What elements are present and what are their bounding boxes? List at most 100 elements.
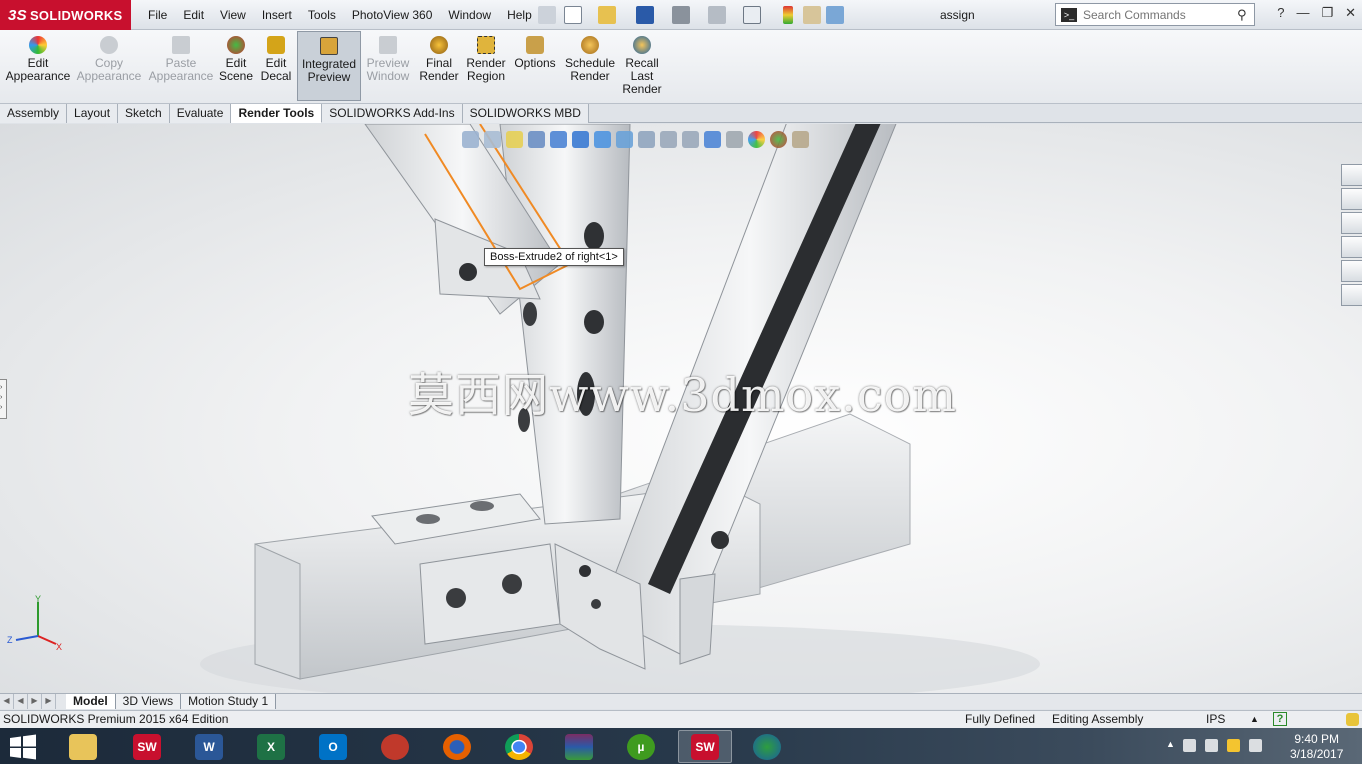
custom-properties-icon[interactable] — [1341, 284, 1362, 306]
system-clock[interactable]: 9:40 PM 3/18/2017 — [1290, 732, 1343, 762]
taskbar-ccleaner[interactable] — [368, 730, 422, 763]
tab-solidworks-mbd[interactable]: SOLIDWORKS MBD — [462, 104, 589, 123]
menu-help[interactable]: Help — [499, 8, 540, 22]
notification-icon[interactable] — [1346, 713, 1359, 726]
windows-start-icon[interactable] — [8, 734, 38, 760]
diagonal-bracket-side[interactable] — [679, 573, 716, 665]
tab-solidworks-addins[interactable]: SOLIDWORKS Add-Ins — [322, 104, 463, 123]
scene-hud-icon[interactable] — [770, 131, 787, 148]
menu-window[interactable]: Window — [440, 8, 499, 22]
edit-scene-button[interactable]: Edit Scene — [218, 36, 254, 100]
section-view-icon[interactable] — [528, 131, 545, 148]
render-region-button[interactable]: Render Region — [464, 36, 508, 100]
appearances-scenes-icon[interactable] — [1341, 260, 1362, 282]
zoom-area-icon[interactable] — [484, 131, 501, 148]
menu-tools[interactable]: Tools — [300, 8, 344, 22]
tab-model[interactable]: Model — [66, 694, 116, 709]
last-tab-arrow-icon[interactable]: ▶ — [42, 694, 56, 709]
view-settings-icon[interactable] — [704, 131, 721, 148]
zoom-to-fit-icon[interactable] — [462, 131, 479, 148]
tab-evaluate[interactable]: Evaluate — [169, 104, 232, 123]
taskbar-firefox[interactable] — [430, 730, 484, 763]
pan-icon[interactable] — [550, 131, 567, 148]
appearance-hud-icon[interactable] — [748, 131, 765, 148]
options-button[interactable]: Options — [513, 36, 557, 100]
taskbar-outlook[interactable]: O — [306, 730, 360, 763]
edit-decal-button[interactable]: Edit Decal — [258, 36, 294, 100]
taskbar-download-manager[interactable] — [740, 730, 794, 763]
undo-icon[interactable] — [708, 6, 726, 24]
save-icon[interactable] — [636, 6, 654, 24]
help-status-icon[interactable]: ? — [1273, 712, 1287, 726]
menu-insert[interactable]: Insert — [254, 8, 300, 22]
volume-icon[interactable] — [1249, 739, 1262, 752]
search-icon[interactable]: ⚲ — [1237, 7, 1247, 23]
channel-end-face[interactable] — [254, 543, 301, 680]
apply-scene-icon[interactable] — [682, 131, 699, 148]
tab-render-tools[interactable]: Render Tools — [231, 104, 323, 123]
tab-assembly[interactable]: Assembly — [0, 104, 68, 123]
select-pointer-icon[interactable] — [743, 6, 761, 24]
taskbar-utorrent[interactable]: µ — [614, 730, 668, 763]
minimize-icon[interactable]: — — [1296, 5, 1309, 21]
help-icon[interactable]: ? — [1277, 5, 1284, 21]
file-properties-icon[interactable] — [803, 6, 821, 24]
units-selector[interactable]: IPS — [1206, 711, 1225, 728]
schedule-render-button[interactable]: Schedule Render — [563, 36, 617, 100]
display-style-icon[interactable] — [616, 131, 633, 148]
file-explorer-icon[interactable] — [1341, 212, 1362, 234]
tab-3d-views[interactable]: 3D Views — [115, 694, 182, 709]
prev-tab-arrow-icon[interactable]: ◀ — [14, 694, 28, 709]
feature-manager-expand-handle[interactable]: › › › — [0, 379, 7, 419]
open-folder-icon[interactable] — [598, 6, 616, 24]
search-input[interactable] — [1083, 7, 1233, 22]
tab-sketch[interactable]: Sketch — [118, 104, 170, 123]
network-signal-icon[interactable] — [1205, 739, 1218, 752]
view-orientation-icon[interactable] — [594, 131, 611, 148]
hide-show-icon[interactable] — [638, 131, 655, 148]
search-box[interactable]: >_ ⚲ — [1055, 3, 1255, 26]
solidworks-resources-icon[interactable] — [1341, 164, 1362, 186]
taskbar-word[interactable]: W — [182, 730, 236, 763]
menu-file[interactable]: File — [140, 8, 175, 22]
pin-icon[interactable] — [538, 6, 556, 24]
design-library-icon[interactable] — [1341, 188, 1362, 210]
graphics-area[interactable]: Boss-Extrude2 of right<1> 莫西网www.3dmox.c… — [0, 124, 1362, 693]
new-document-icon[interactable] — [564, 6, 582, 24]
taskbar-chrome[interactable] — [492, 730, 546, 763]
taskbar-excel[interactable]: X — [244, 730, 298, 763]
menu-photoview[interactable]: PhotoView 360 — [344, 8, 441, 22]
units-dropdown-icon[interactable]: ▲ — [1250, 711, 1259, 728]
taskbar-file-explorer[interactable] — [56, 730, 110, 763]
edit-appearance-hud-icon[interactable] — [660, 131, 677, 148]
taskbar-winrar[interactable] — [552, 730, 606, 763]
tab-layout[interactable]: Layout — [67, 104, 119, 123]
taskbar-solidworks-active[interactable]: SW — [678, 730, 732, 763]
rebuild-icon[interactable] — [783, 6, 793, 24]
google-drive-icon[interactable] — [1227, 739, 1240, 752]
edit-appearance-button[interactable]: Edit Appearance — [6, 36, 70, 100]
solidworks-logo[interactable]: 3S SOLIDWORKS — [0, 0, 131, 30]
show-hidden-icons-icon[interactable]: ▲ — [1166, 739, 1175, 752]
previous-view-icon[interactable] — [506, 131, 523, 148]
print-icon[interactable] — [672, 6, 690, 24]
options-icon[interactable] — [826, 6, 844, 24]
copy-appearance-button[interactable]: Copy Appearance — [76, 36, 142, 100]
final-render-button[interactable]: Final Render — [418, 36, 460, 100]
realview-icon[interactable] — [726, 131, 743, 148]
restore-icon[interactable]: ❐ — [1321, 5, 1333, 21]
battery-icon[interactable] — [1183, 739, 1196, 752]
next-tab-arrow-icon[interactable]: ▶ — [28, 694, 42, 709]
recall-last-render-button[interactable]: Recall Last Render — [622, 36, 662, 100]
preview-window-button[interactable]: Preview Window — [364, 36, 412, 100]
menu-view[interactable]: View — [212, 8, 254, 22]
tab-motion-study-1[interactable]: Motion Study 1 — [181, 694, 277, 709]
render-hud-icon[interactable] — [792, 131, 809, 148]
rotate-icon[interactable] — [572, 131, 589, 148]
first-tab-arrow-icon[interactable]: ◀ — [0, 694, 14, 709]
taskbar-solidworks[interactable]: SW — [120, 730, 174, 763]
paste-appearance-button[interactable]: Paste Appearance — [148, 36, 214, 100]
close-icon[interactable]: ✕ — [1345, 5, 1356, 21]
menu-edit[interactable]: Edit — [175, 8, 212, 22]
view-palette-icon[interactable] — [1341, 236, 1362, 258]
